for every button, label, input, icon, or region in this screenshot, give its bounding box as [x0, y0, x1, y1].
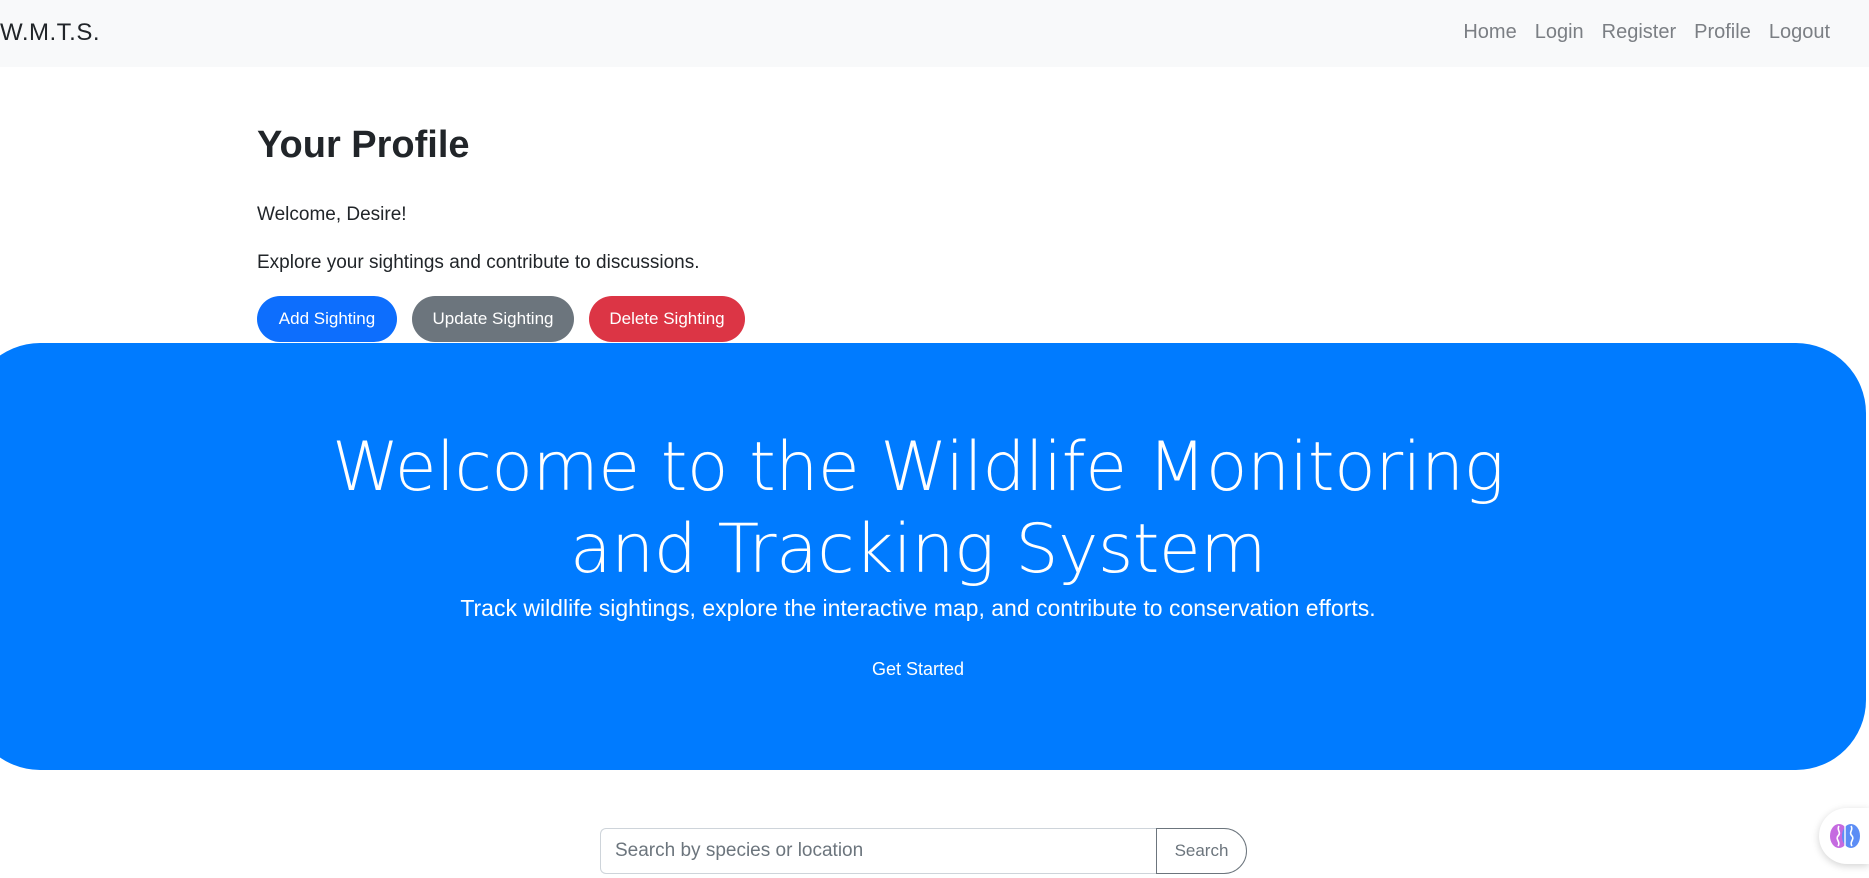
hero-banner: Welcome to the Wildlife Monitoring and T… — [0, 343, 1866, 770]
nav-link-login[interactable]: Login — [1526, 21, 1593, 44]
nav-link-home[interactable]: Home — [1454, 21, 1525, 44]
sighting-actions: Add Sighting Update Sighting Delete Sigh… — [257, 296, 745, 342]
brain-icon — [1830, 824, 1860, 848]
search-input[interactable] — [600, 828, 1156, 874]
navbar: W.M.T.S. Home Login Register Profile Log… — [0, 0, 1869, 67]
hero-subtitle: Track wildlife sightings, explore the in… — [460, 595, 1376, 621]
delete-sighting-button[interactable]: Delete Sighting — [589, 296, 745, 342]
profile-description: Explore your sightings and contribute to… — [257, 252, 700, 273]
page-title: Your Profile — [257, 124, 470, 166]
welcome-message: Welcome, Desire! — [257, 204, 407, 225]
assistant-widget[interactable] — [1819, 808, 1869, 864]
hero-title: Welcome to the Wildlife Monitoring and T… — [332, 428, 1504, 589]
get-started-link[interactable]: Get Started — [0, 659, 1866, 680]
profile-section: Your Profile — [257, 124, 470, 167]
add-sighting-button[interactable]: Add Sighting — [257, 296, 397, 342]
search-button[interactable]: Search — [1156, 828, 1247, 874]
nav-link-register[interactable]: Register — [1593, 21, 1685, 44]
nav-link-logout[interactable]: Logout — [1760, 21, 1839, 44]
search-bar: Search — [600, 828, 1247, 874]
nav-link-profile[interactable]: Profile — [1685, 21, 1760, 44]
update-sighting-button[interactable]: Update Sighting — [412, 296, 574, 342]
nav-links: Home Login Register Profile Logout — [1454, 21, 1839, 44]
brand-logo[interactable]: W.M.T.S. — [0, 19, 100, 47]
